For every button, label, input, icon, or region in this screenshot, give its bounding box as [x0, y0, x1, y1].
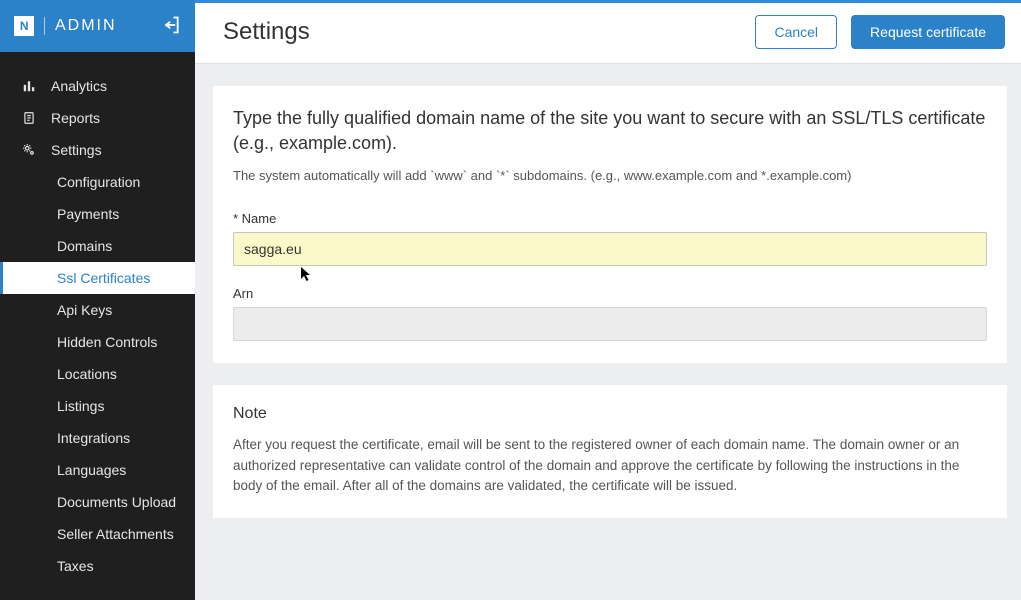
- main: Settings Cancel Request certificate Type…: [195, 0, 1021, 600]
- arn-field-group: Arn: [233, 286, 987, 341]
- cancel-button[interactable]: Cancel: [755, 15, 837, 49]
- nav-sub-seller-attachments[interactable]: Seller Attachments: [0, 518, 195, 550]
- sidebar: N ADMIN Analytics Reports Sett: [0, 0, 195, 600]
- name-input[interactable]: [233, 232, 987, 266]
- nav-sub-label: Hidden Controls: [57, 334, 157, 350]
- topbar: Settings Cancel Request certificate: [195, 0, 1021, 64]
- nav-sub-label: Domains: [57, 238, 112, 254]
- brand-logo: N: [14, 16, 34, 36]
- nav-item-settings[interactable]: Settings: [0, 134, 195, 166]
- nav-sub-locations[interactable]: Locations: [0, 358, 195, 390]
- nav-sub-listings[interactable]: Listings: [0, 390, 195, 422]
- sidebar-header: N ADMIN: [0, 0, 195, 52]
- nav-sub-label: Ssl Certificates: [57, 270, 150, 286]
- nav-sub-api-keys[interactable]: Api Keys: [0, 294, 195, 326]
- nav-sub-label: Integrations: [57, 430, 130, 446]
- arn-input: [233, 307, 987, 341]
- nav-item-label: Reports: [51, 110, 100, 126]
- note-body: After you request the certificate, email…: [233, 435, 987, 496]
- nav-sub-label: Documents Upload: [57, 494, 176, 510]
- nav-sub-label: Listings: [57, 398, 104, 414]
- nav-sub-label: Seller Attachments: [57, 526, 174, 542]
- nav-sub-label: Locations: [57, 366, 117, 382]
- name-field-group: * Name: [233, 211, 987, 266]
- topbar-actions: Cancel Request certificate: [755, 15, 1005, 49]
- form-card: Type the fully qualified domain name of …: [213, 86, 1007, 363]
- nav-sub-label: Payments: [57, 206, 119, 222]
- nav-item-label: Settings: [51, 142, 102, 158]
- nav-sub-ssl-certificates[interactable]: Ssl Certificates: [0, 262, 195, 294]
- nav-item-analytics[interactable]: Analytics: [0, 70, 195, 102]
- brand[interactable]: N ADMIN: [14, 16, 117, 36]
- content: Type the fully qualified domain name of …: [195, 64, 1021, 540]
- form-subtext: The system automatically will add `www` …: [233, 168, 987, 183]
- nav-sub-configuration[interactable]: Configuration: [0, 166, 195, 198]
- brand-divider: [44, 17, 45, 35]
- nav-sub-label: Api Keys: [57, 302, 112, 318]
- cursor-icon: [301, 267, 313, 286]
- form-heading: Type the fully qualified domain name of …: [233, 106, 987, 156]
- nav-sub-hidden-controls[interactable]: Hidden Controls: [0, 326, 195, 358]
- nav-sub-label: Taxes: [57, 558, 94, 574]
- nav-item-label: Analytics: [51, 78, 107, 94]
- nav-sub-taxes[interactable]: Taxes: [0, 550, 195, 582]
- gears-icon: [21, 143, 37, 157]
- nav-sub-label: Configuration: [57, 174, 140, 190]
- note-title: Note: [233, 405, 987, 423]
- nav-sub-integrations[interactable]: Integrations: [0, 422, 195, 454]
- document-icon: [21, 111, 37, 125]
- note-card: Note After you request the certificate, …: [213, 385, 1007, 518]
- nav-sub-documents-upload[interactable]: Documents Upload: [0, 486, 195, 518]
- arn-label: Arn: [233, 286, 987, 301]
- nav-sub-label: Languages: [57, 462, 126, 478]
- bar-chart-icon: [21, 79, 37, 93]
- nav-item-reports[interactable]: Reports: [0, 102, 195, 134]
- page-title: Settings: [223, 18, 310, 46]
- nav-sub-languages[interactable]: Languages: [0, 454, 195, 486]
- name-label: * Name: [233, 211, 987, 226]
- brand-text: ADMIN: [55, 17, 117, 35]
- nav: Analytics Reports Settings Configuration…: [0, 52, 195, 582]
- nav-sub-domains[interactable]: Domains: [0, 230, 195, 262]
- logout-icon[interactable]: [161, 15, 181, 38]
- nav-sub-payments[interactable]: Payments: [0, 198, 195, 230]
- request-certificate-button[interactable]: Request certificate: [851, 15, 1005, 49]
